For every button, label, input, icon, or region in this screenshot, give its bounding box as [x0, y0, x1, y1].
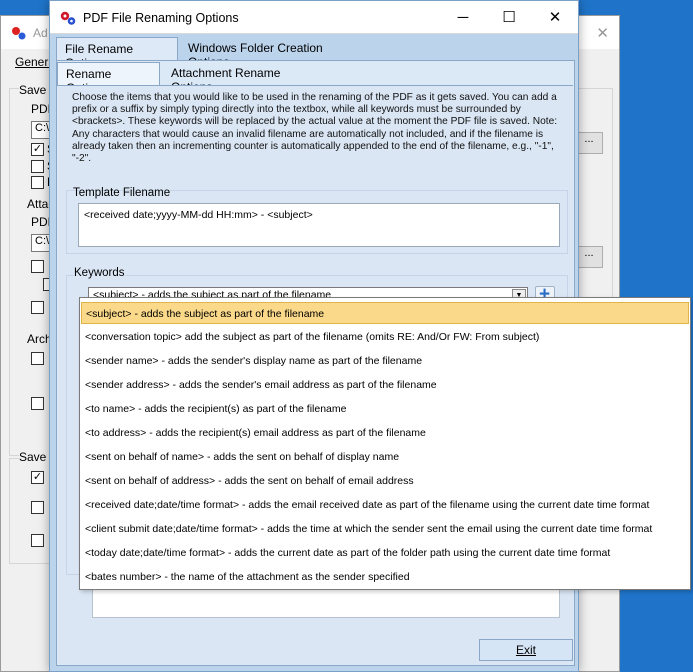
gears-app-icon: [60, 11, 76, 25]
bg-browse-button[interactable]: ...: [575, 132, 603, 154]
keywords-label: Keywords: [74, 267, 125, 279]
dialog-title: PDF File Renaming Options: [83, 11, 239, 25]
dialog-titlebar: PDF File Renaming Options ─ ☐ ✕: [50, 1, 578, 34]
maximize-icon[interactable]: ☐: [486, 1, 532, 34]
template-filename-input[interactable]: <received date;yyyy-MM-dd HH:mm> - <subj…: [78, 203, 560, 247]
main-tabs: File Rename Options Windows Folder Creat…: [56, 37, 578, 70]
list-item-to-address[interactable]: <to address> - adds the recipient(s) ema…: [81, 422, 689, 444]
bg-checkbox[interactable]: [31, 301, 44, 314]
bg-browse-button[interactable]: ...: [575, 246, 603, 268]
background-title: Ad: [33, 26, 48, 40]
list-item-sent-on-behalf-name[interactable]: <sent on behalf of name> - adds the sent…: [81, 446, 689, 468]
list-item-conversation-topic[interactable]: <conversation topic> add the subject as …: [81, 326, 689, 348]
list-item-to-name[interactable]: <to name> - adds the recipient(s) as par…: [81, 398, 689, 420]
list-item-client-submit-date[interactable]: <client submit date;date/time format> - …: [81, 518, 689, 540]
list-item-bates-number[interactable]: <bates number> - the name of the attachm…: [81, 566, 689, 588]
bg-checkbox[interactable]: [31, 260, 44, 273]
tab-attachment-rename-options[interactable]: Attachment Rename Options: [163, 62, 323, 94]
bg-checkbox[interactable]: [31, 160, 44, 173]
bg-checkbox[interactable]: [31, 176, 44, 189]
sub-tabs: Rename Options Attachment Rename Options: [57, 62, 574, 95]
bg-checkbox[interactable]: [31, 501, 44, 514]
list-item-sent-on-behalf-address[interactable]: <sent on behalf of address> - adds the s…: [81, 470, 689, 492]
close-icon[interactable]: ✕: [532, 1, 578, 34]
list-item-sender-name[interactable]: <sender name> - adds the sender's displa…: [81, 350, 689, 372]
bg-checkbox[interactable]: ✓: [31, 143, 44, 156]
bg-checkbox[interactable]: [31, 397, 44, 410]
tab-file-rename-options[interactable]: File Rename Options: [56, 37, 178, 70]
list-item-received-date[interactable]: <received date;date/time format> - adds …: [81, 494, 689, 516]
close-icon[interactable]: ✕: [596, 24, 609, 42]
tab-rename-options[interactable]: Rename Options: [57, 62, 160, 95]
tab-windows-folder-creation[interactable]: Windows Folder Creation Options: [180, 37, 366, 69]
keywords-dropdown-list: <subject> - adds the subject as part of …: [79, 297, 691, 590]
template-filename-label: Template Filename: [73, 187, 171, 199]
exit-button[interactable]: Exit: [479, 639, 573, 661]
list-item-subject[interactable]: <subject> - adds the subject as part of …: [81, 302, 689, 324]
preview-box: [92, 586, 560, 618]
gears-app-icon: [12, 27, 26, 40]
description-text: Choose the items that you would like to …: [72, 92, 558, 165]
bg-checkbox[interactable]: ✓: [31, 471, 44, 484]
bg-checkbox[interactable]: [31, 534, 44, 547]
list-item-today-date[interactable]: <today date;date/time format> - adds the…: [81, 542, 689, 564]
bg-checkbox[interactable]: [31, 352, 44, 365]
list-item-sender-address[interactable]: <sender address> - adds the sender's ema…: [81, 374, 689, 396]
minimize-icon[interactable]: ─: [440, 1, 486, 34]
